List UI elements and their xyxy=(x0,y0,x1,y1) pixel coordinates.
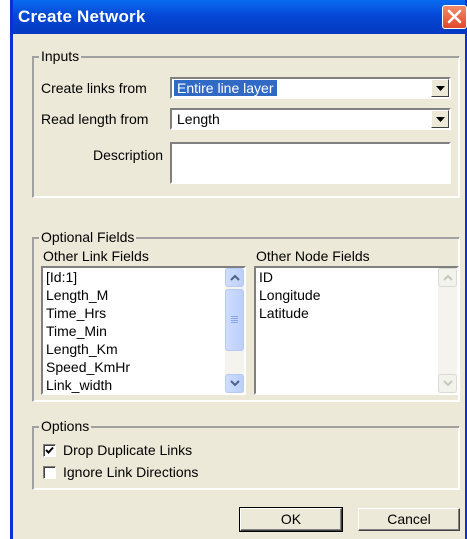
check-icon xyxy=(45,446,54,454)
list-item[interactable]: [Id:1] xyxy=(46,268,77,286)
create-links-dropdown-button[interactable] xyxy=(431,79,449,97)
scroll-up-button[interactable] xyxy=(438,268,457,287)
list-item[interactable]: Length_M xyxy=(46,286,108,304)
list-item[interactable]: Length_Km xyxy=(46,340,118,358)
list-item[interactable]: Speed_KmHr xyxy=(46,358,130,376)
list-item[interactable]: Link_width xyxy=(46,376,112,393)
ok-button[interactable]: OK xyxy=(239,507,343,532)
description-field[interactable] xyxy=(170,142,451,184)
list-item[interactable]: ID xyxy=(259,268,273,286)
inputs-legend: Inputs xyxy=(39,48,82,64)
list-item[interactable]: Time_Hrs xyxy=(46,304,106,322)
list-item[interactable]: Latitude xyxy=(259,304,309,322)
create-links-select[interactable]: Entire line layer xyxy=(170,77,451,99)
options-legend: Options xyxy=(39,418,92,434)
description-label: Description xyxy=(93,147,164,163)
scroll-down-button[interactable] xyxy=(438,374,457,393)
read-length-value: Length xyxy=(177,111,220,127)
read-length-dropdown-button[interactable] xyxy=(431,110,449,128)
link-fields-scrollbar[interactable] xyxy=(225,268,244,393)
read-length-label: Read length from xyxy=(41,111,149,127)
list-item[interactable]: Longitude xyxy=(259,286,321,304)
chevron-up-icon xyxy=(443,274,453,281)
other-link-fields-list[interactable]: [Id:1] Length_M Time_Hrs Time_Min Length… xyxy=(41,266,246,395)
read-length-select[interactable]: Length xyxy=(170,108,451,130)
other-link-fields-label: Other Link Fields xyxy=(43,248,149,264)
chevron-up-icon xyxy=(230,274,240,281)
scroll-down-button[interactable] xyxy=(225,374,244,393)
drop-duplicate-links-checkbox[interactable] xyxy=(43,444,56,457)
ignore-link-directions-label[interactable]: Ignore Link Directions xyxy=(63,464,198,480)
scroll-up-button[interactable] xyxy=(225,268,244,287)
chevron-down-icon xyxy=(443,380,453,387)
other-node-fields-label: Other Node Fields xyxy=(256,248,370,264)
create-links-value: Entire line layer xyxy=(173,79,278,97)
close-icon xyxy=(447,9,462,24)
node-fields-scrollbar[interactable] xyxy=(438,268,457,393)
title-bar[interactable]: Create Network xyxy=(13,0,467,34)
close-button[interactable] xyxy=(442,5,467,29)
chevron-down-icon xyxy=(436,117,445,122)
list-item[interactable]: Time_Min xyxy=(46,322,107,340)
chevron-down-icon xyxy=(436,86,445,91)
optional-fields-legend: Optional Fields xyxy=(39,229,137,245)
cancel-button[interactable]: Cancel xyxy=(358,508,460,531)
create-network-dialog: Create Network Inputs Create links from … xyxy=(10,0,467,539)
chevron-down-icon xyxy=(230,380,240,387)
other-node-fields-list[interactable]: ID Longitude Latitude xyxy=(254,266,459,395)
scroll-thumb[interactable] xyxy=(225,289,244,351)
drop-duplicate-links-label[interactable]: Drop Duplicate Links xyxy=(63,442,192,458)
options-group: Options xyxy=(32,418,460,490)
window-title: Create Network xyxy=(18,7,146,26)
create-links-label: Create links from xyxy=(41,80,147,96)
ignore-link-directions-checkbox[interactable] xyxy=(43,466,56,479)
